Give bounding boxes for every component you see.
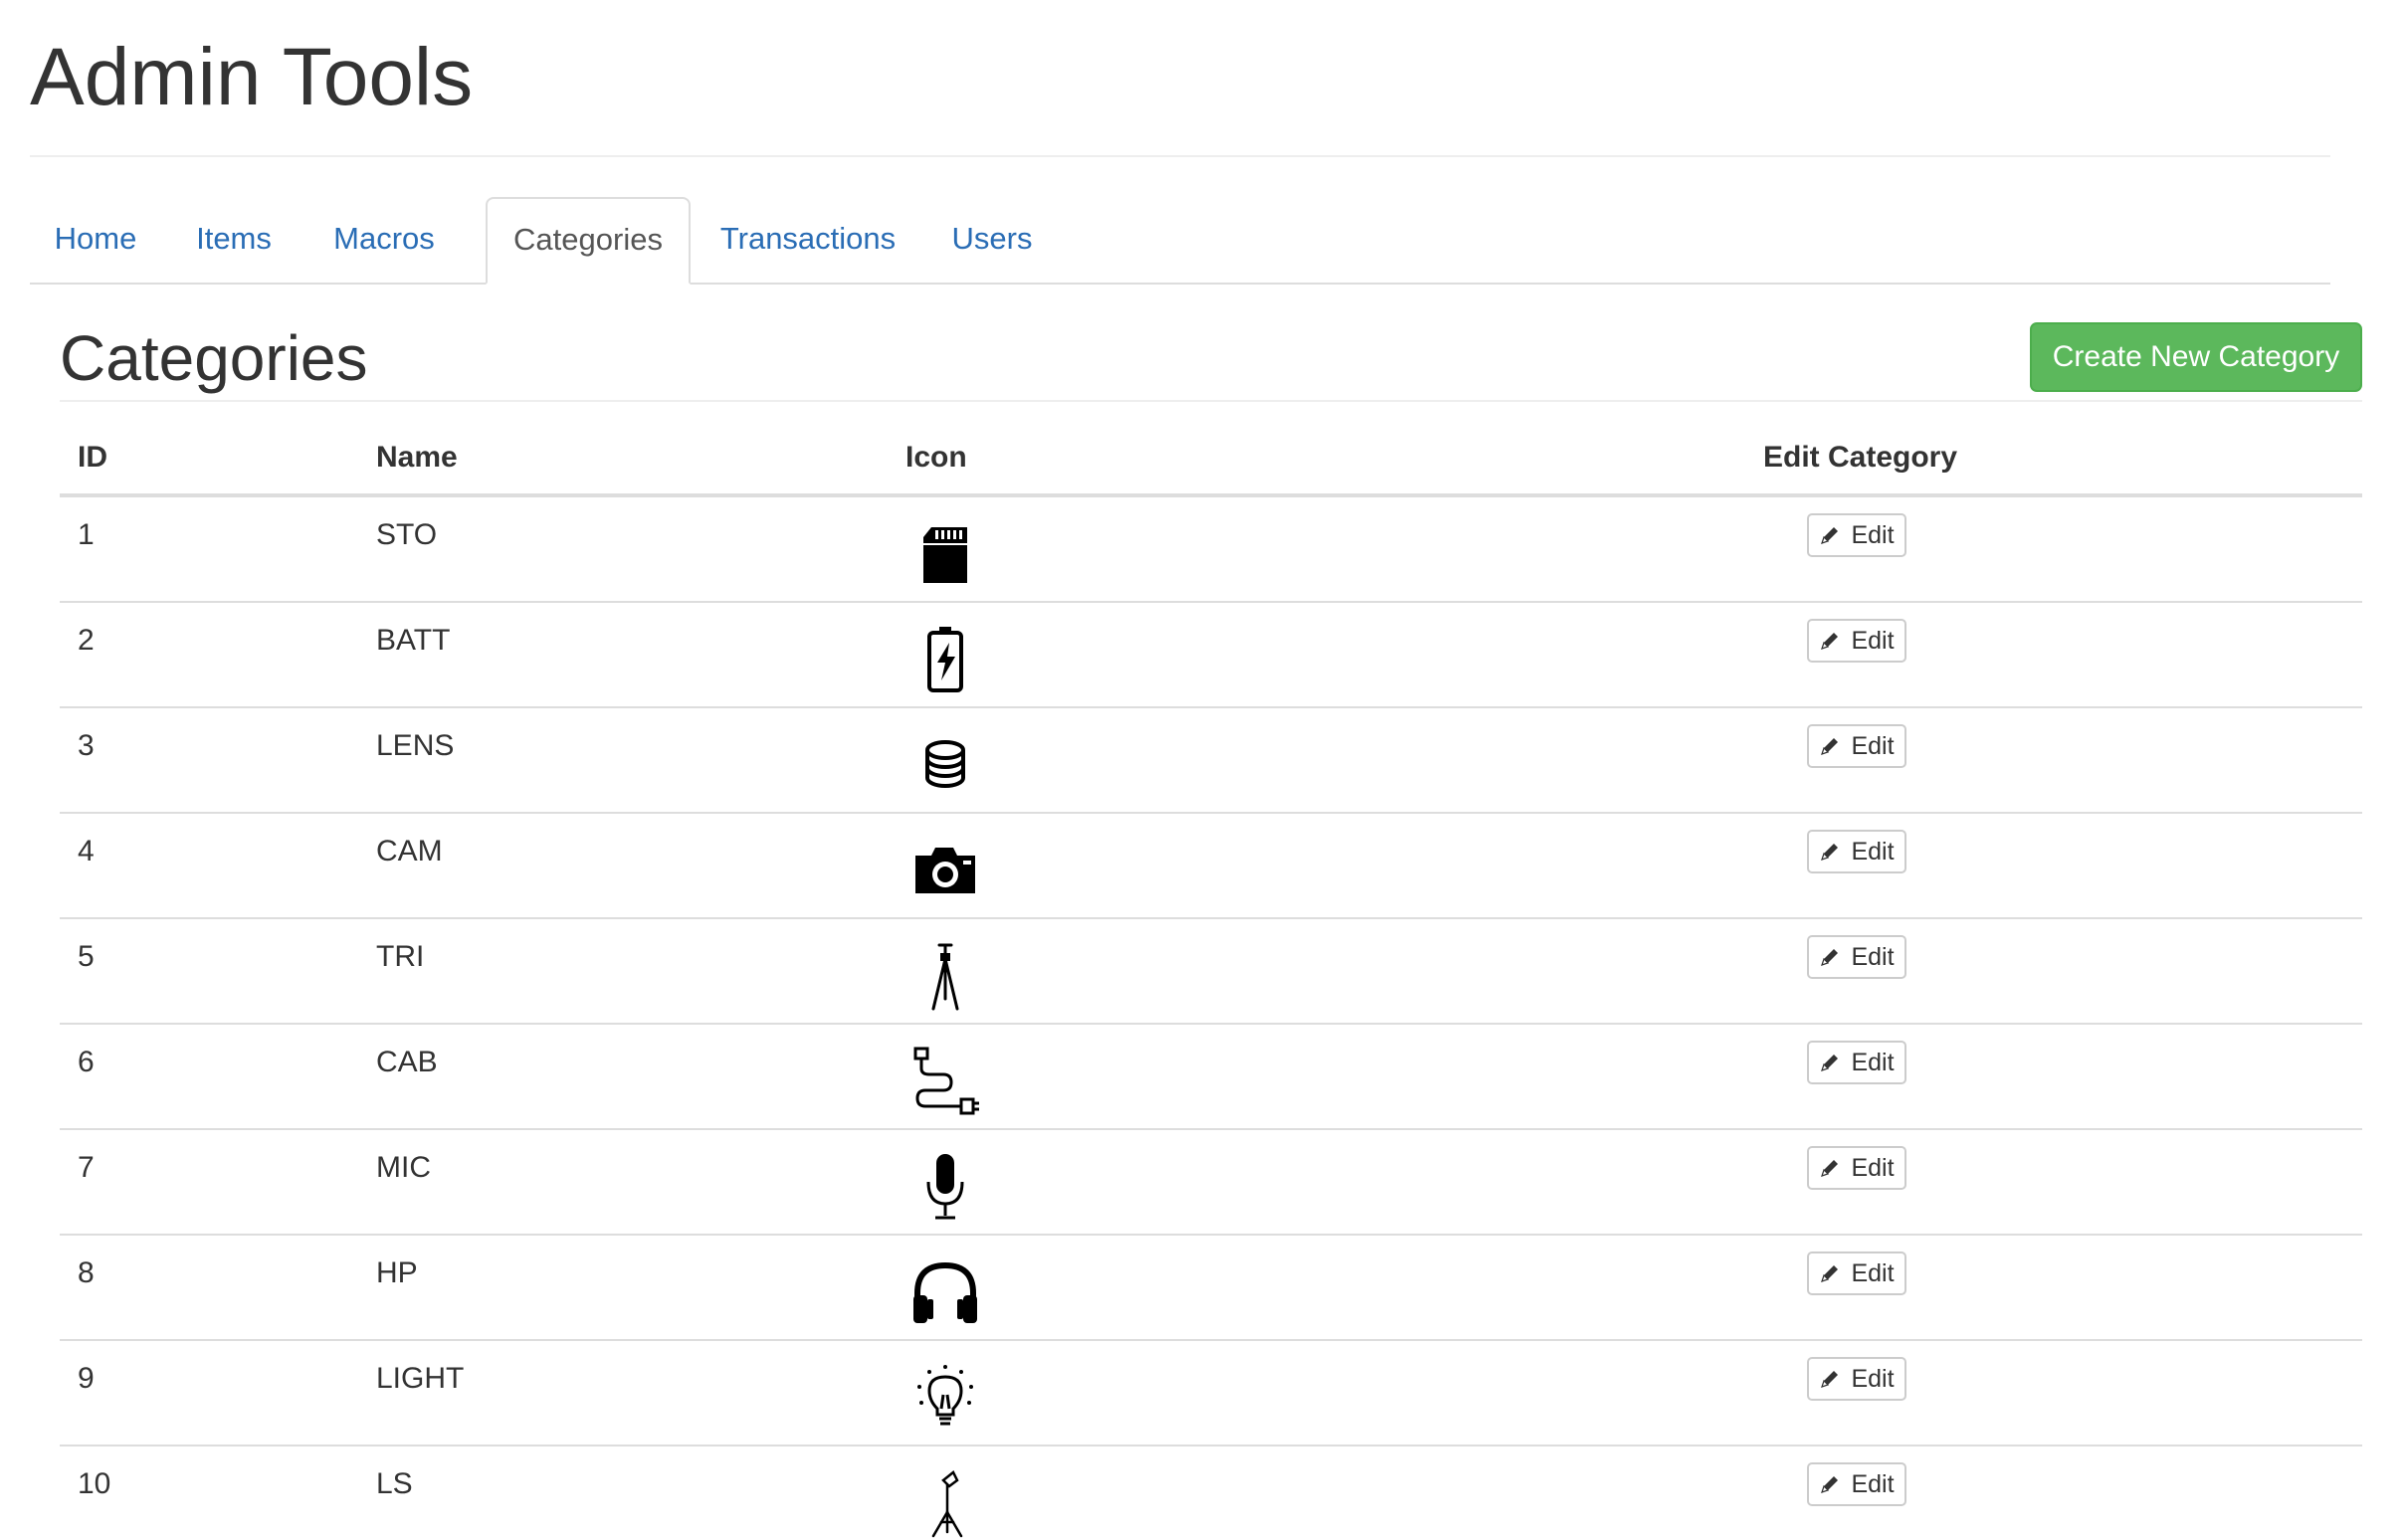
pencil-icon: [1821, 1160, 1839, 1177]
pencil-icon: [1821, 527, 1839, 544]
table-row: 3 LENS Edit: [60, 708, 2362, 814]
category-name: LS: [376, 1467, 413, 1500]
category-id: 10: [78, 1467, 111, 1500]
table-row: 2 BATT Edit: [60, 603, 2362, 708]
table-header: ID Name Icon Edit Category: [60, 402, 2362, 497]
edit-button[interactable]: Edit: [1807, 724, 1906, 768]
tab-items[interactable]: Items: [163, 197, 304, 281]
edit-label: Edit: [1851, 521, 1895, 549]
edit-button[interactable]: Edit: [1807, 1146, 1906, 1190]
battery-icon: [903, 623, 987, 694]
table-row: 4 CAM Edit: [60, 814, 2362, 919]
pencil-icon: [1821, 633, 1839, 650]
categories-table: ID Name Icon Edit Category 1 STO Edit 2 …: [60, 402, 2362, 1540]
tab-categories[interactable]: Categories: [486, 197, 691, 285]
headphones-icon: [903, 1255, 987, 1327]
category-name: MIC: [376, 1151, 431, 1184]
camera-icon: [903, 834, 987, 905]
table-row: 8 HP Edit: [60, 1236, 2362, 1341]
pencil-icon: [1821, 1265, 1839, 1282]
edit-button[interactable]: Edit: [1807, 1041, 1906, 1084]
light-stand-icon: [903, 1466, 987, 1538]
edit-button[interactable]: Edit: [1807, 1251, 1906, 1295]
category-name: LIGHT: [376, 1362, 465, 1395]
tab-home[interactable]: Home: [30, 197, 161, 281]
section-title: Categories: [60, 322, 368, 394]
edit-button[interactable]: Edit: [1807, 619, 1906, 663]
admin-page: Admin Tools Home Items Macros Categories…: [0, 0, 2404, 1540]
pencil-icon: [1821, 844, 1839, 861]
title-divider: [30, 155, 2330, 157]
category-name: BATT: [376, 624, 451, 657]
create-category-button[interactable]: Create New Category: [2030, 322, 2362, 392]
table-row: 1 STO Edit: [60, 497, 2362, 603]
category-name: CAM: [376, 835, 443, 867]
lens-icon: [903, 728, 987, 800]
tab-transactions[interactable]: Transactions: [693, 197, 923, 281]
pencil-icon: [1821, 1476, 1839, 1493]
edit-label: Edit: [1851, 732, 1895, 760]
lightbulb-icon: [903, 1361, 987, 1433]
sd-card-icon: [903, 517, 987, 589]
tab-macros[interactable]: Macros: [306, 197, 462, 281]
table-row: 5 TRI Edit: [60, 919, 2362, 1025]
edit-label: Edit: [1851, 1049, 1895, 1076]
edit-label: Edit: [1851, 838, 1895, 866]
category-name: STO: [376, 518, 438, 551]
edit-button[interactable]: Edit: [1807, 935, 1906, 979]
table-row: 10 LS Edit: [60, 1446, 2362, 1540]
edit-button[interactable]: Edit: [1807, 1462, 1906, 1506]
pencil-icon: [1821, 949, 1839, 966]
edit-button[interactable]: Edit: [1807, 513, 1906, 557]
category-id: 2: [78, 624, 95, 657]
pencil-icon: [1821, 1371, 1839, 1388]
table-row: 9 LIGHT Edit: [60, 1341, 2362, 1446]
category-id: 6: [78, 1046, 95, 1078]
edit-label: Edit: [1851, 1154, 1895, 1182]
table-row: 7 MIC Edit: [60, 1130, 2362, 1236]
category-id: 5: [78, 940, 95, 973]
category-name: LENS: [376, 729, 455, 762]
cable-icon: [903, 1045, 987, 1116]
category-id: 1: [78, 518, 95, 551]
edit-label: Edit: [1851, 1470, 1895, 1498]
pencil-icon: [1821, 1055, 1839, 1071]
category-id: 9: [78, 1362, 95, 1395]
category-id: 8: [78, 1256, 95, 1289]
table-row: 6 CAB Edit: [60, 1025, 2362, 1130]
nav-tabs: Home Items Macros Categories Transaction…: [30, 197, 2330, 285]
edit-label: Edit: [1851, 627, 1895, 655]
pencil-icon: [1821, 738, 1839, 755]
edit-button[interactable]: Edit: [1807, 830, 1906, 873]
edit-label: Edit: [1851, 1365, 1895, 1393]
category-name: HP: [376, 1256, 418, 1289]
tab-users[interactable]: Users: [927, 197, 1057, 281]
category-id: 3: [78, 729, 95, 762]
category-name: TRI: [376, 940, 425, 973]
category-id: 4: [78, 835, 95, 867]
tripod-icon: [903, 939, 987, 1011]
category-id: 7: [78, 1151, 95, 1184]
edit-button[interactable]: Edit: [1807, 1357, 1906, 1401]
category-name: CAB: [376, 1046, 438, 1078]
app-title: Admin Tools: [30, 32, 474, 122]
microphone-icon: [903, 1150, 987, 1222]
edit-label: Edit: [1851, 943, 1895, 971]
edit-label: Edit: [1851, 1259, 1895, 1287]
